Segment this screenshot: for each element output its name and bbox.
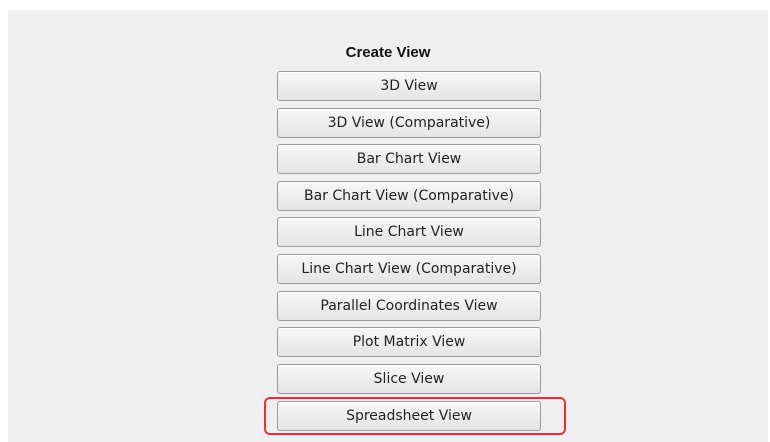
3d-view-comparative-button[interactable]: 3D View (Comparative) xyxy=(277,108,541,138)
plot-matrix-view-button[interactable]: Plot Matrix View xyxy=(277,327,541,357)
create-view-heading: Create View xyxy=(345,44,431,61)
line-chart-view-comparative-button[interactable]: Line Chart View (Comparative) xyxy=(277,254,541,284)
create-view-panel: Create View 3D View 3D View (Comparative… xyxy=(8,10,768,442)
spreadsheet-view-button[interactable]: Spreadsheet View xyxy=(277,401,541,431)
bar-chart-view-comparative-button[interactable]: Bar Chart View (Comparative) xyxy=(277,181,541,211)
bar-chart-view-button[interactable]: Bar Chart View xyxy=(277,144,541,174)
3d-view-button[interactable]: 3D View xyxy=(277,71,541,101)
slice-view-button[interactable]: Slice View xyxy=(277,364,541,394)
parallel-coordinates-view-button[interactable]: Parallel Coordinates View xyxy=(277,291,541,321)
line-chart-view-button[interactable]: Line Chart View xyxy=(277,217,541,247)
